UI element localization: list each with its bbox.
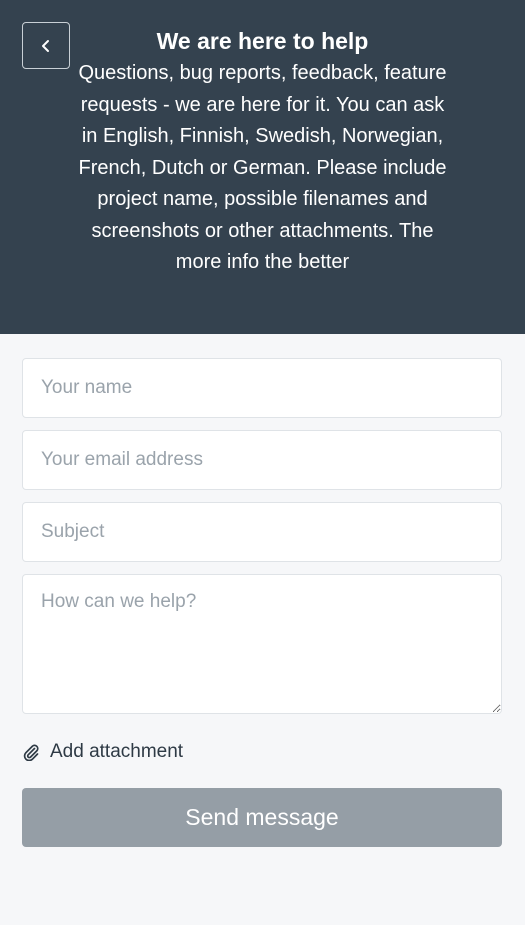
message-textarea[interactable] (22, 574, 502, 714)
paperclip-icon (22, 743, 40, 761)
email-field[interactable] (22, 430, 502, 490)
help-header: We are here to help Questions, bug repor… (0, 0, 525, 334)
subject-field[interactable] (22, 502, 502, 562)
add-attachment-link[interactable]: Add attachment (22, 738, 183, 766)
contact-form (22, 358, 502, 714)
add-attachment-label: Add attachment (50, 741, 184, 762)
name-field[interactable] (22, 358, 502, 418)
page-title: We are here to help (156, 28, 369, 54)
send-message-button[interactable]: Send message (22, 788, 502, 847)
help-description: Questions, bug reports, feedback, featur… (78, 62, 447, 273)
